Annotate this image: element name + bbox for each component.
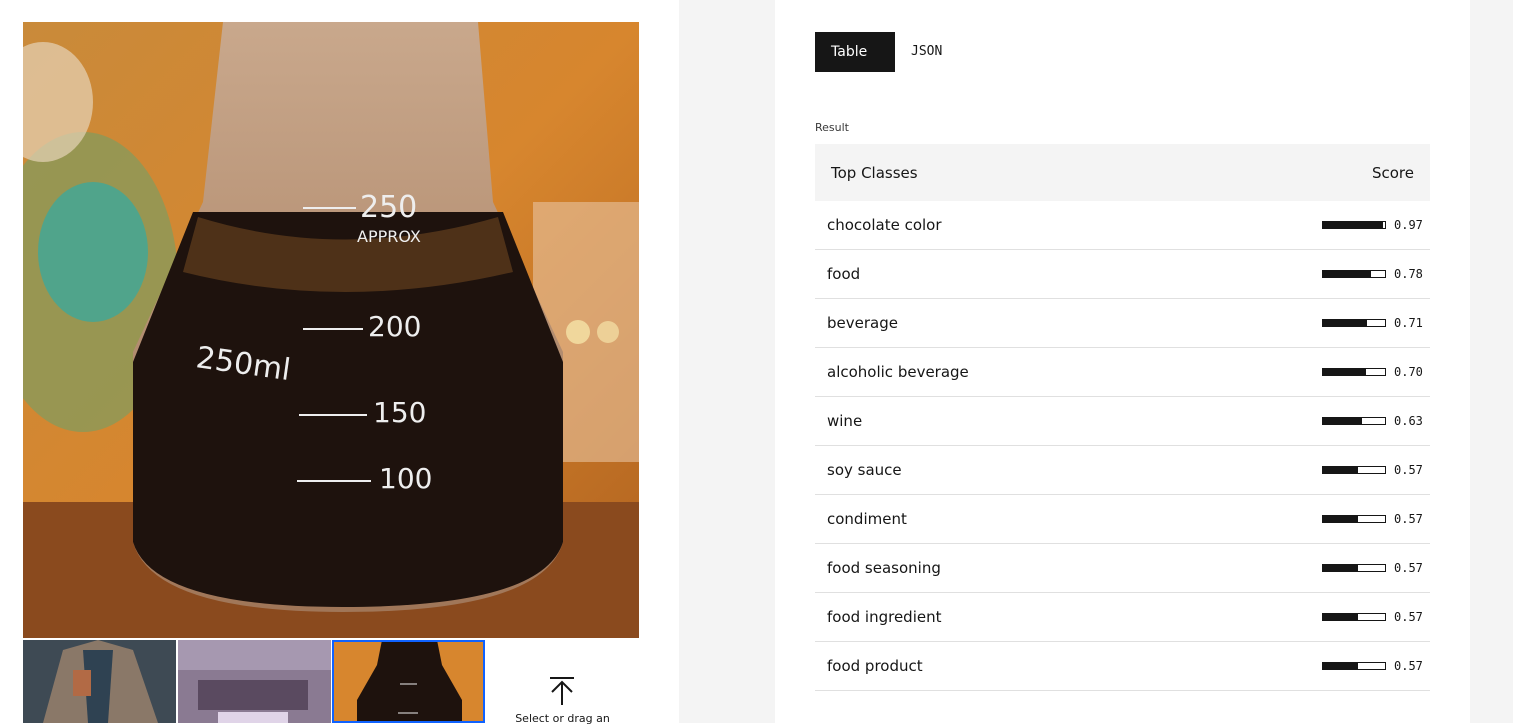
thumbnail-2[interactable] xyxy=(178,640,331,723)
upload-dropzone[interactable]: Select or drag an xyxy=(486,640,639,725)
tab-table[interactable]: Table xyxy=(815,32,895,72)
flask-mark-approx: APPROX xyxy=(357,227,421,246)
flask-mark-250: 250 xyxy=(360,190,417,225)
upload-arrow-icon xyxy=(550,677,574,705)
score-bar xyxy=(1322,564,1386,572)
score-bar-fill xyxy=(1323,663,1359,669)
score-cell: 0.63 xyxy=(1322,414,1423,428)
class-label: food product xyxy=(827,657,923,675)
score-value: 0.57 xyxy=(1394,512,1423,526)
score-bar-fill xyxy=(1323,320,1368,326)
view-tabs: Table JSON xyxy=(815,32,958,72)
panel-gutter-right xyxy=(1470,0,1513,723)
score-bar-fill xyxy=(1323,369,1367,375)
score-value: 0.57 xyxy=(1394,610,1423,624)
score-bar xyxy=(1322,319,1386,327)
upload-instruction: Select or drag an xyxy=(515,712,610,725)
table-row: soy sauce 0.57 xyxy=(815,446,1430,495)
score-value: 0.78 xyxy=(1394,267,1423,281)
class-label: food xyxy=(827,265,861,283)
score-cell: 0.57 xyxy=(1322,659,1423,673)
class-label: food seasoning xyxy=(827,559,941,577)
table-row: wine 0.63 xyxy=(815,397,1430,446)
flask-mark-150: 150 xyxy=(373,396,426,429)
score-bar xyxy=(1322,270,1386,278)
score-cell: 0.97 xyxy=(1322,218,1423,232)
score-bar-fill xyxy=(1323,516,1359,522)
thumbnail-1[interactable] xyxy=(23,640,176,723)
score-bar xyxy=(1322,368,1386,376)
score-value: 0.57 xyxy=(1394,659,1423,673)
score-bar xyxy=(1322,515,1386,523)
score-bar xyxy=(1322,613,1386,621)
table-row: alcoholic beverage 0.70 xyxy=(815,348,1430,397)
score-value: 0.63 xyxy=(1394,414,1423,428)
class-label: condiment xyxy=(827,510,907,528)
score-bar xyxy=(1322,221,1386,229)
score-bar-fill xyxy=(1323,565,1359,571)
header-score: Score xyxy=(1371,163,1414,182)
header-top-classes: Top Classes xyxy=(831,163,918,182)
score-bar xyxy=(1322,417,1386,425)
score-bar-fill xyxy=(1323,222,1384,228)
flask-mark-100: 100 xyxy=(379,462,432,495)
score-cell: 0.71 xyxy=(1322,316,1423,330)
score-bar xyxy=(1322,466,1386,474)
score-bar-fill xyxy=(1323,418,1363,424)
score-cell: 0.57 xyxy=(1322,463,1423,477)
score-cell: 0.57 xyxy=(1322,512,1423,526)
score-bar-fill xyxy=(1323,271,1372,277)
thumbnail-3-selected[interactable] xyxy=(332,640,485,723)
class-label: wine xyxy=(827,412,863,430)
table-row: food 0.78 xyxy=(815,250,1430,299)
table-row: food seasoning 0.57 xyxy=(815,544,1430,593)
score-value: 0.71 xyxy=(1394,316,1423,330)
score-value: 0.57 xyxy=(1394,463,1423,477)
score-value: 0.57 xyxy=(1394,561,1423,575)
result-label: Result xyxy=(815,121,849,134)
score-bar xyxy=(1322,662,1386,670)
results-panel: Table JSON Result Top Classes Score choc… xyxy=(775,0,1470,723)
flask-mark-200: 200 xyxy=(368,310,421,343)
results-table: Top Classes Score chocolate color 0.97 foo… xyxy=(815,144,1430,691)
table-row: chocolate color 0.97 xyxy=(815,201,1430,250)
score-cell: 0.57 xyxy=(1322,561,1423,575)
class-label: chocolate color xyxy=(827,216,942,234)
tab-json[interactable]: JSON xyxy=(895,32,958,72)
class-label: food ingredient xyxy=(827,608,942,626)
main-preview-image: 250 APPROX 200 150 100 250ml xyxy=(23,22,639,638)
table-row: beverage 0.71 xyxy=(815,299,1430,348)
score-cell: 0.78 xyxy=(1322,267,1423,281)
class-label: beverage xyxy=(827,314,898,332)
table-row: food ingredient 0.57 xyxy=(815,593,1430,642)
class-label: soy sauce xyxy=(827,461,902,479)
table-row: condiment 0.57 xyxy=(815,495,1430,544)
panel-gutter xyxy=(679,0,775,723)
score-cell: 0.70 xyxy=(1322,365,1423,379)
table-header: Top Classes Score xyxy=(815,144,1430,201)
image-panel: 250 APPROX 200 150 100 250ml Select or d… xyxy=(0,0,679,725)
score-value: 0.97 xyxy=(1394,218,1423,232)
table-row: food product 0.57 xyxy=(815,642,1430,691)
score-bar-fill xyxy=(1323,614,1359,620)
score-bar-fill xyxy=(1323,467,1359,473)
score-cell: 0.57 xyxy=(1322,610,1423,624)
score-value: 0.70 xyxy=(1394,365,1423,379)
class-label: alcoholic beverage xyxy=(827,363,969,381)
